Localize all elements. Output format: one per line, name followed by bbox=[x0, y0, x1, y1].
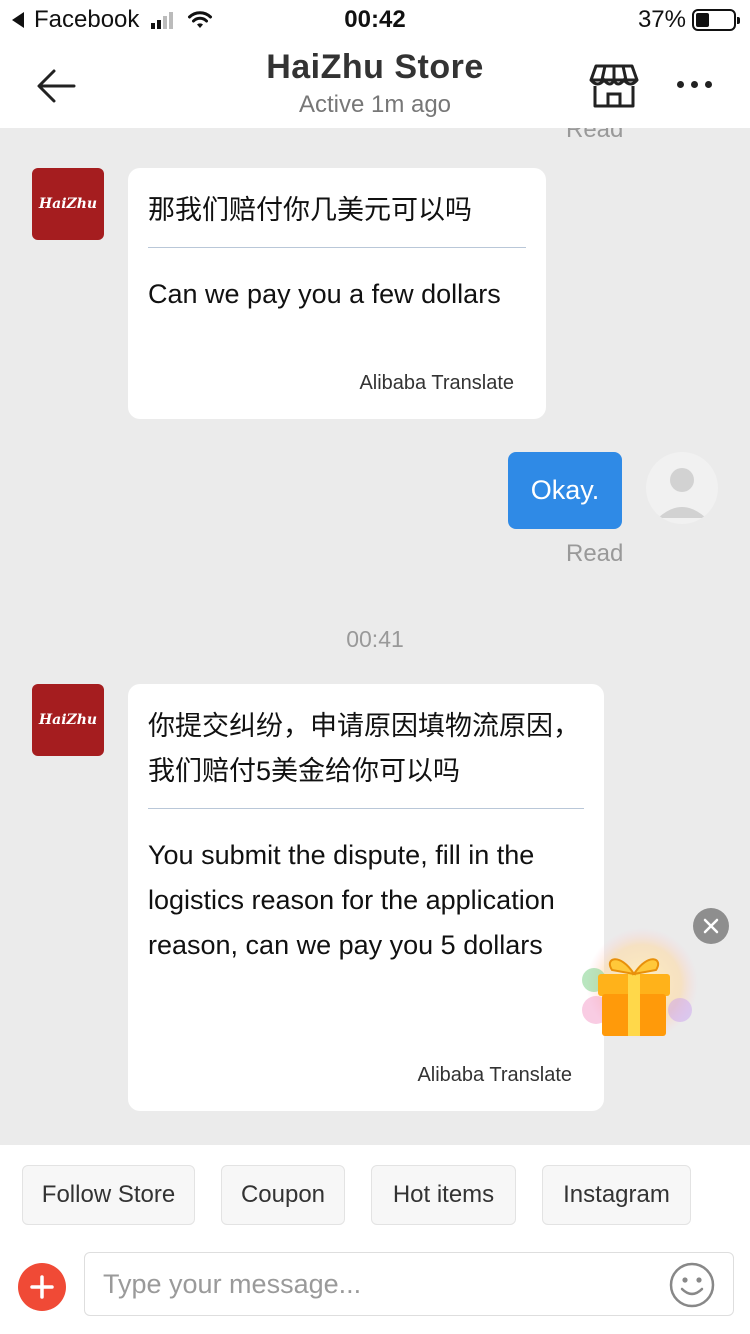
battery-percent: 37% bbox=[637, 6, 686, 33]
store-icon bbox=[589, 64, 639, 108]
plus-icon bbox=[30, 1275, 54, 1299]
received-message-bubble[interactable]: 那我们赔付你几美元可以吗 Can we pay you a few dollar… bbox=[128, 168, 546, 419]
sent-message-bubble[interactable]: Okay. bbox=[508, 452, 622, 529]
sent-message-text: Okay. bbox=[530, 475, 600, 505]
translated-text: You submit the dispute, fill in the logi… bbox=[148, 840, 555, 960]
more-icon-dot bbox=[704, 80, 712, 88]
emoji-button[interactable] bbox=[668, 1261, 716, 1309]
battery-icon bbox=[692, 9, 740, 31]
quick-reply-hot-items[interactable]: Hot items bbox=[371, 1165, 516, 1225]
more-button[interactable] bbox=[672, 66, 716, 102]
read-label: Read bbox=[566, 540, 624, 567]
message-timestamp: 00:41 bbox=[346, 626, 404, 652]
translator-label: Alibaba Translate bbox=[359, 372, 514, 394]
original-text: 你提交纠纷，申请原因填物流原因，我们赔付5美金给你可以吗 bbox=[148, 711, 580, 786]
store-logo-text: HaiZhu bbox=[38, 712, 98, 728]
bubble-divider bbox=[148, 247, 526, 248]
store-avatar[interactable]: HaiZhu bbox=[32, 168, 104, 240]
store-avatar[interactable]: HaiZhu bbox=[32, 684, 104, 756]
bottom-bar: Follow Store Coupon Hot items Instagram bbox=[0, 1145, 750, 1334]
received-message-bubble[interactable]: 你提交纠纷，申请原因填物流原因，我们赔付5美金给你可以吗 You submit … bbox=[128, 684, 604, 1111]
chat-area[interactable]: Read HaiZhu 那我们赔付你几美元可以吗 Can we pay you … bbox=[0, 128, 750, 1145]
emoji-icon bbox=[669, 1262, 715, 1308]
store-logo-text: HaiZhu bbox=[38, 196, 98, 212]
original-text: 那我们赔付你几美元可以吗 bbox=[148, 195, 472, 225]
gift-promo-button[interactable] bbox=[576, 928, 702, 1040]
bubble-divider bbox=[148, 808, 584, 809]
store-button[interactable] bbox=[588, 62, 640, 110]
status-right: 37% bbox=[637, 6, 740, 34]
quick-reply-coupon[interactable]: Coupon bbox=[221, 1165, 345, 1225]
user-avatar[interactable] bbox=[646, 452, 718, 524]
more-icon-dot bbox=[676, 80, 684, 88]
gift-icon bbox=[582, 928, 698, 1040]
read-label-top: Read bbox=[566, 128, 624, 143]
quick-reply-follow-store[interactable]: Follow Store bbox=[22, 1165, 195, 1225]
close-icon bbox=[703, 918, 719, 934]
battery-level bbox=[696, 13, 710, 27]
quick-reply-instagram[interactable]: Instagram bbox=[542, 1165, 691, 1225]
more-icon-dot bbox=[690, 80, 698, 88]
add-attachment-button[interactable] bbox=[18, 1263, 66, 1311]
status-bar: Facebook 00:42 37% bbox=[0, 0, 750, 40]
message-input[interactable] bbox=[84, 1252, 734, 1316]
chat-header: HaiZhu Store Active 1m ago bbox=[0, 40, 750, 128]
translator-label: Alibaba Translate bbox=[417, 1064, 572, 1086]
translated-text: Can we pay you a few dollars bbox=[148, 279, 501, 309]
user-silhouette-icon bbox=[658, 468, 706, 518]
